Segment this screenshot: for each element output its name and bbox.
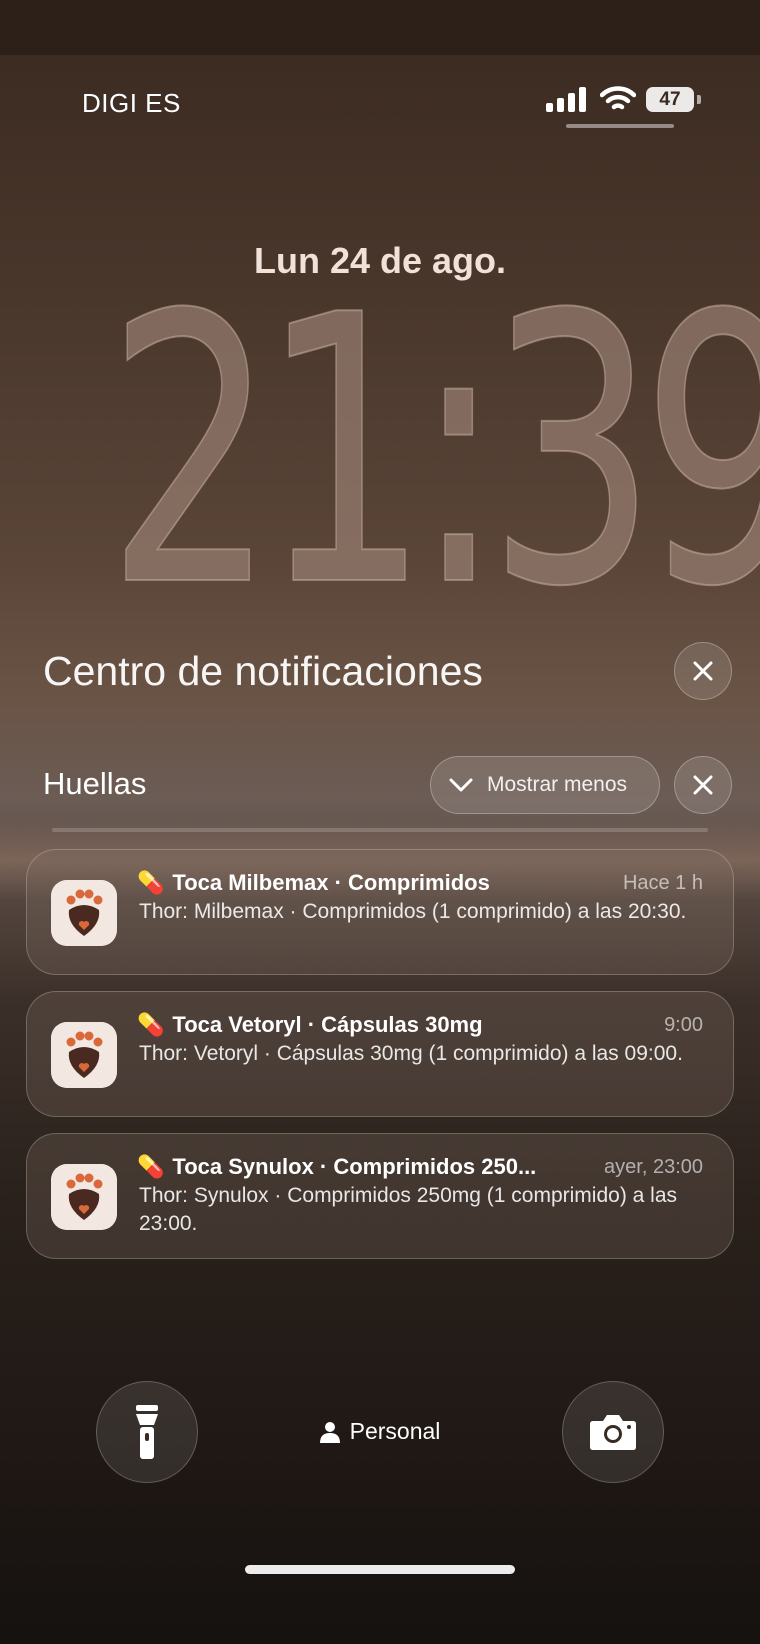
person-icon	[319, 1421, 340, 1443]
notification-body: Thor: Milbemax · Comprimidos (1 comprimi…	[139, 900, 687, 923]
stack-edge	[52, 828, 708, 832]
chevron-down-icon	[449, 778, 473, 792]
battery-cap	[697, 95, 701, 104]
notification-title-text: Toca Synulox · Comprimidos 250...	[172, 1154, 537, 1179]
lock-time: 21:39	[106, 238, 760, 668]
huellas-app-icon	[51, 1022, 117, 1088]
huellas-app-icon	[51, 1164, 117, 1230]
notification-time: 9:00	[664, 1014, 703, 1036]
clear-all-button[interactable]	[674, 642, 732, 700]
camera-button[interactable]	[562, 1381, 664, 1483]
carrier-label: DIGI ES	[82, 88, 181, 118]
notification-title: 💊 Toca Synulox · Comprimidos 250...	[137, 1154, 567, 1180]
notification-body: Thor: Synulox · Comprimidos 250mg (1 com…	[139, 1184, 678, 1235]
notification-time: ayer, 23:00	[604, 1156, 703, 1178]
battery-level: 47	[659, 88, 681, 110]
notification-card[interactable]: 💊 Toca Vetoryl · Cápsulas 30mg 9:00 Thor:…	[26, 991, 734, 1117]
notification-title-text: Toca Milbemax · Comprimidos	[172, 870, 490, 895]
camera-icon	[590, 1415, 636, 1450]
notification-card[interactable]: 💊 Toca Synulox · Comprimidos 250... ayer,…	[26, 1133, 734, 1259]
notification-time: Hace 1 h	[622, 872, 703, 894]
wifi-icon	[600, 86, 636, 110]
notification-title-text: Toca Vetoryl · Cápsulas 30mg	[172, 1012, 483, 1037]
top-band	[0, 0, 760, 55]
focus-mode-label: Personal	[349, 1418, 441, 1444]
pill-icon: 💊	[137, 870, 165, 895]
battery-icon: 47	[646, 87, 694, 112]
close-icon	[693, 661, 713, 681]
huellas-app-icon	[51, 880, 117, 946]
status-indicator-line	[566, 124, 674, 128]
home-indicator[interactable]	[245, 1565, 515, 1574]
notification-center-title: Centro de notificaciones	[43, 648, 483, 694]
notification-card[interactable]: 💊 Toca Milbemax · Comprimidos Hace 1 h Th…	[26, 849, 734, 975]
close-icon	[693, 775, 713, 795]
notification-title: 💊 Toca Milbemax · Comprimidos	[137, 870, 567, 896]
notification-title: 💊 Toca Vetoryl · Cápsulas 30mg	[137, 1012, 567, 1038]
group-app-name: Huellas	[43, 766, 147, 801]
pill-icon: 💊	[137, 1154, 165, 1179]
show-less-button[interactable]: Mostrar menos	[430, 756, 660, 814]
clear-group-button[interactable]	[674, 756, 732, 814]
signal-icon	[546, 86, 588, 112]
notification-body: Thor: Vetoryl · Cápsulas 30mg (1 comprim…	[139, 1042, 683, 1065]
show-less-label: Mostrar menos	[487, 773, 628, 796]
pill-icon: 💊	[137, 1012, 165, 1037]
